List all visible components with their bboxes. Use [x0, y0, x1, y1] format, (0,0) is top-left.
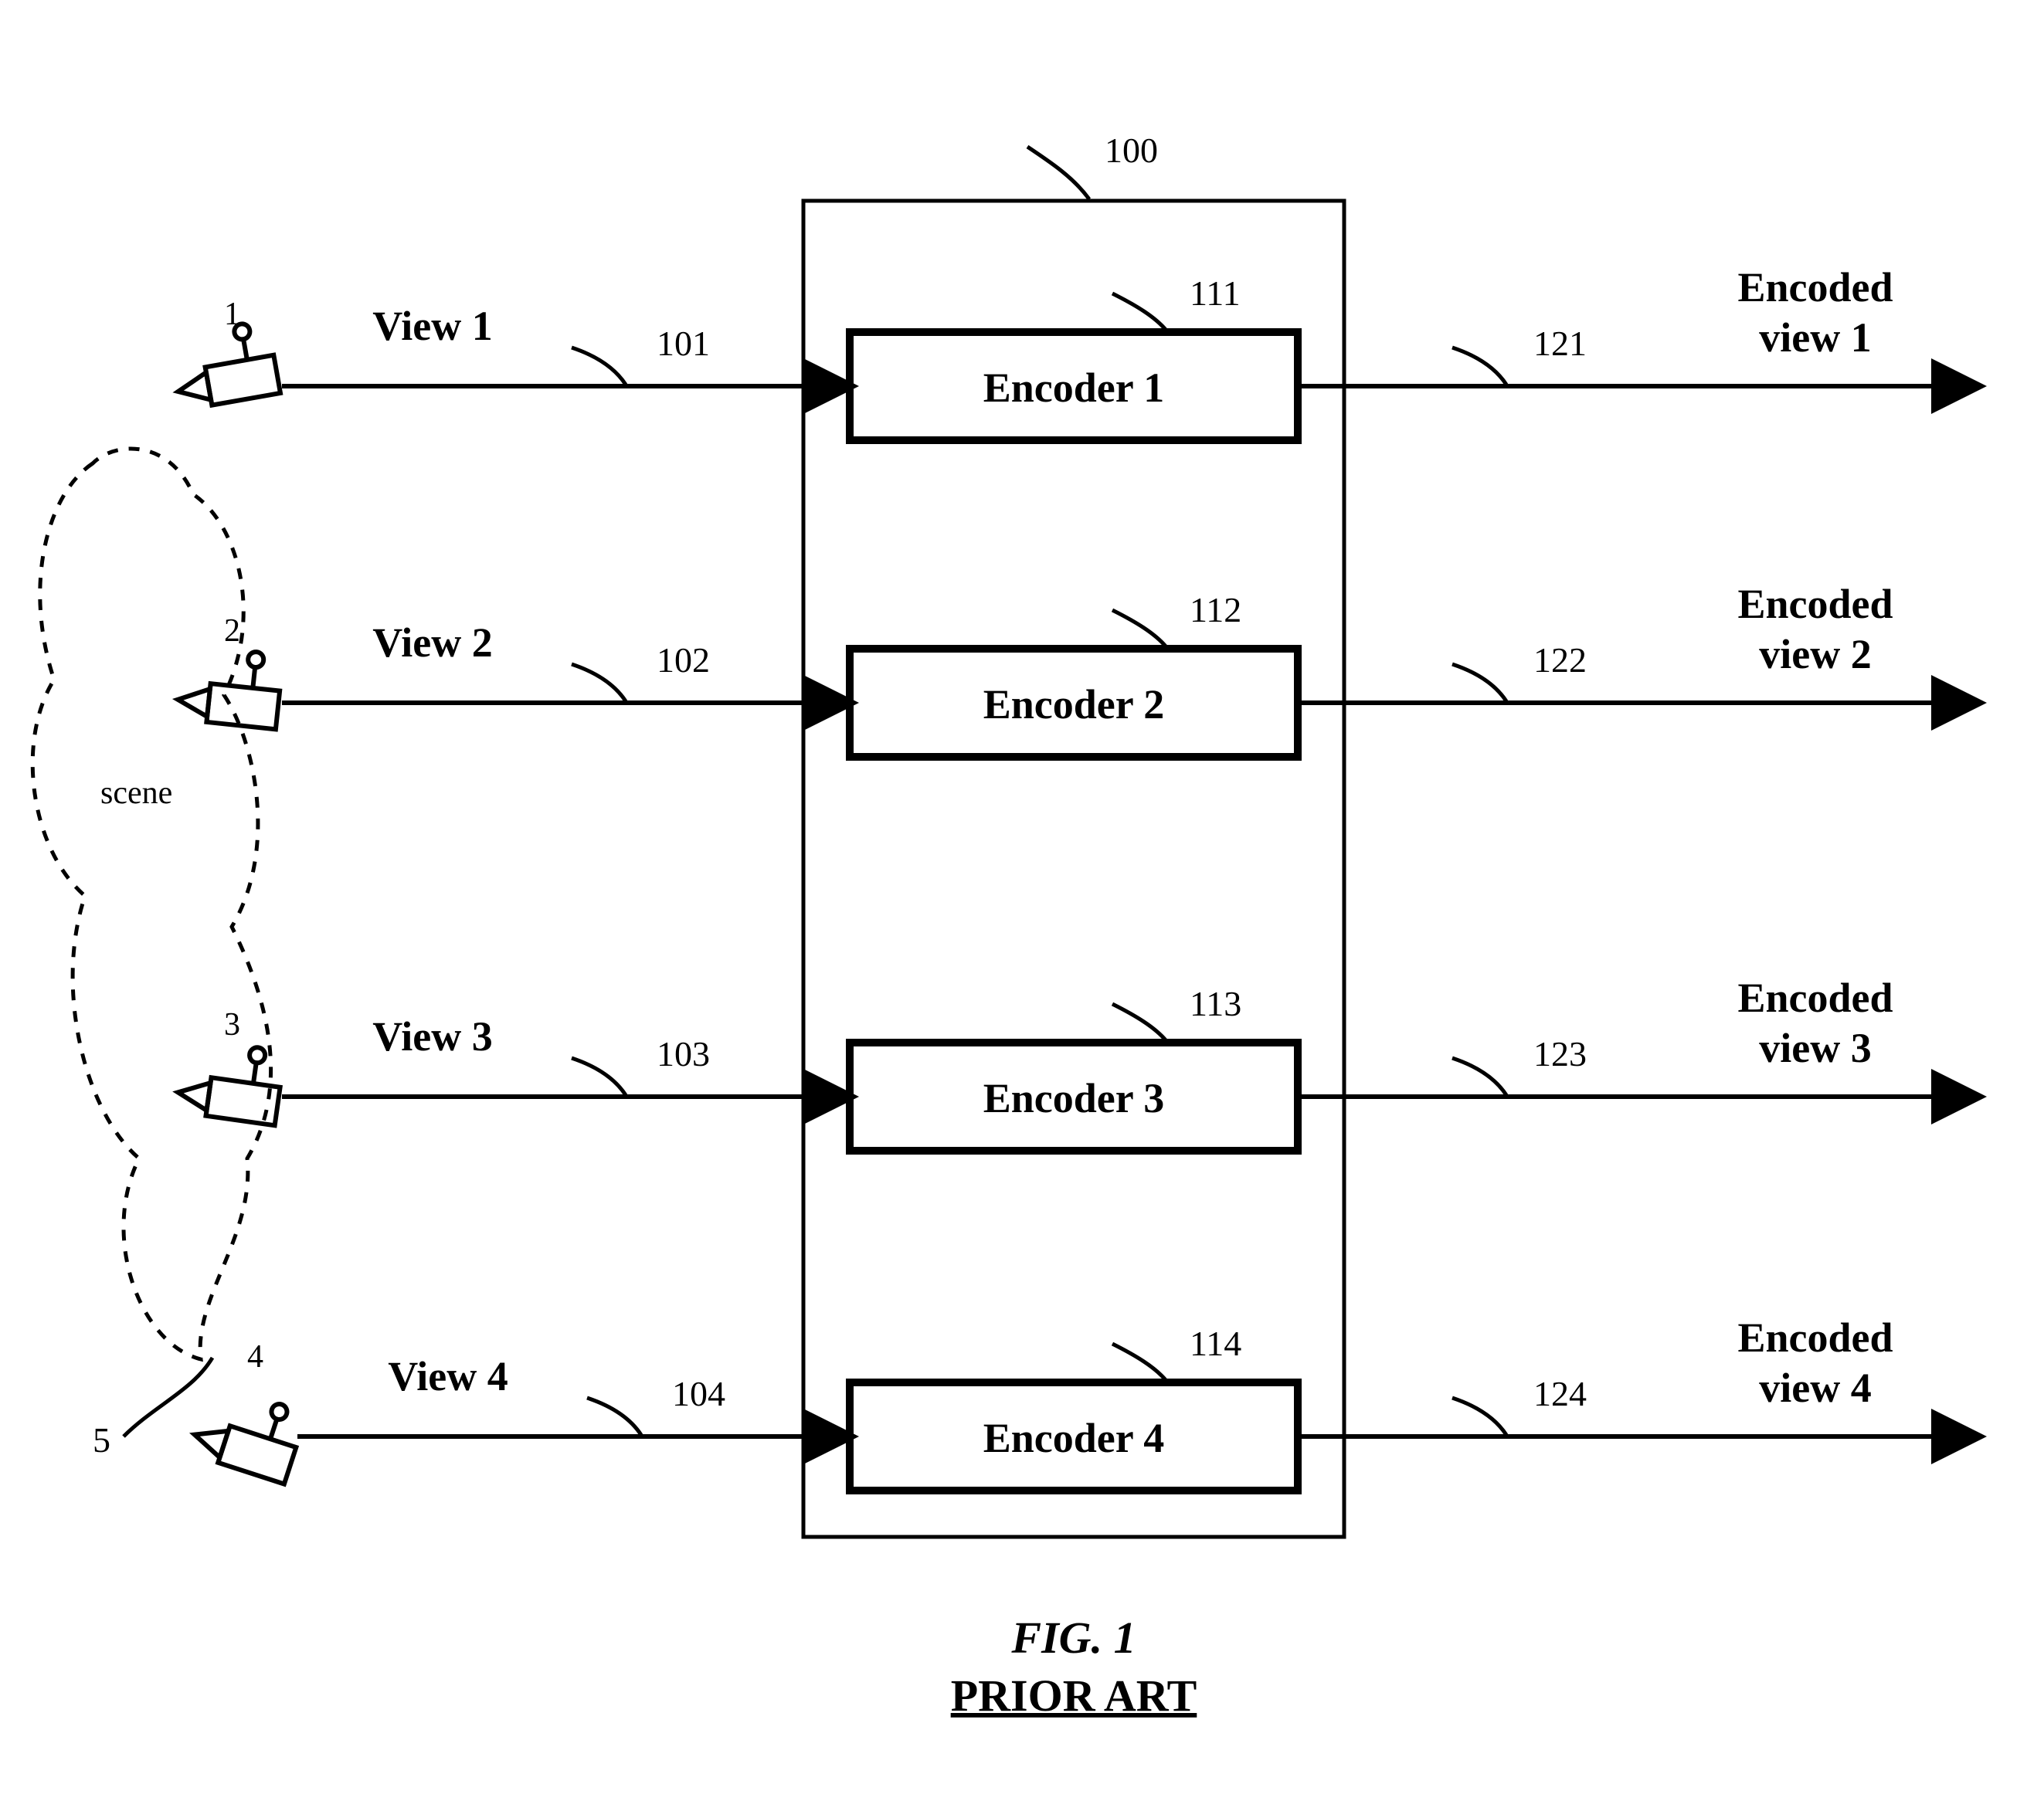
output-label-l2: view 1: [1759, 314, 1871, 361]
out-ref: 123: [1533, 1034, 1587, 1074]
view-label: View 3: [372, 1013, 492, 1060]
output-label-l1: Encoded: [1737, 581, 1893, 627]
out-ref: 121: [1533, 324, 1587, 363]
encoder-label: Encoder 4: [983, 1415, 1165, 1461]
figure-title: FIG. 1: [1010, 1613, 1136, 1663]
encoder-block-ref: 100: [1105, 131, 1158, 170]
out-ref: 124: [1533, 1374, 1587, 1413]
encoder-label: Encoder 1: [983, 365, 1165, 411]
diagram-row: 1 View 1 101 Encoder 1 111 121 Encoded v…: [168, 264, 1978, 440]
in-ref-leader: [572, 348, 626, 385]
encoder-ref: 111: [1190, 273, 1241, 313]
encoder-ref: 113: [1190, 984, 1241, 1023]
encoder-ref-leader: [1112, 610, 1166, 647]
encoder-block-ref-leader: 100: [1027, 131, 1158, 199]
diagram-row: 4 View 4 104 Encoder 4 114 124 Encoded v…: [188, 1314, 1978, 1491]
camera-ref: 2: [224, 613, 240, 649]
camera-ref: 3: [224, 1007, 240, 1043]
output-label-l1: Encoded: [1737, 975, 1893, 1021]
view-label: View 1: [372, 303, 492, 349]
output-label-l1: Encoded: [1737, 1314, 1893, 1361]
in-ref-leader: [572, 1058, 626, 1095]
figure-subtitle: PRIOR ART: [951, 1670, 1197, 1721]
output-label-l2: view 4: [1759, 1365, 1871, 1411]
view-label: View 4: [388, 1353, 508, 1399]
diagram-canvas: scene 5 100 1 View 1 101 Encoder 1 111: [0, 0, 2044, 1818]
out-ref: 122: [1533, 640, 1587, 680]
camera-icon: [188, 1382, 307, 1484]
camera-icon: [176, 644, 284, 729]
diagram-row: 2 View 2 102 Encoder 2 112 122 Encoded v…: [176, 581, 1978, 757]
in-ref: 102: [657, 640, 710, 680]
out-ref-leader: [1452, 1058, 1506, 1095]
encoder-ref: 112: [1190, 590, 1241, 629]
output-label-l1: Encoded: [1737, 264, 1893, 310]
scene-ref-leader: 5: [93, 1358, 212, 1460]
encoder-label: Encoder 3: [983, 1075, 1165, 1121]
in-ref-leader: [572, 664, 626, 701]
out-ref-leader: [1452, 664, 1506, 701]
scene-cloud: scene: [32, 449, 270, 1359]
view-label: View 2: [372, 619, 492, 666]
scene-ref: 5: [93, 1420, 110, 1460]
encoder-ref-leader: [1112, 293, 1166, 331]
in-ref: 103: [657, 1034, 710, 1074]
in-ref: 101: [657, 324, 710, 363]
out-ref-leader: [1452, 348, 1506, 385]
camera-ref: 4: [247, 1339, 263, 1375]
encoder-ref-leader: [1112, 1004, 1166, 1041]
output-label-l2: view 3: [1759, 1025, 1871, 1071]
camera-icon: [168, 319, 280, 410]
out-ref-leader: [1452, 1398, 1506, 1435]
in-ref-leader: [587, 1398, 641, 1435]
camera-ref: 1: [224, 297, 240, 332]
diagram-row: 3 View 3 103 Encoder 3 113 123 Encoded v…: [175, 975, 1978, 1151]
encoder-label: Encoder 2: [983, 681, 1165, 728]
scene-label: scene: [100, 775, 172, 811]
encoder-ref: 114: [1190, 1324, 1241, 1363]
in-ref: 104: [672, 1374, 725, 1413]
encoder-ref-leader: [1112, 1344, 1166, 1381]
output-label-l2: view 2: [1759, 631, 1871, 677]
